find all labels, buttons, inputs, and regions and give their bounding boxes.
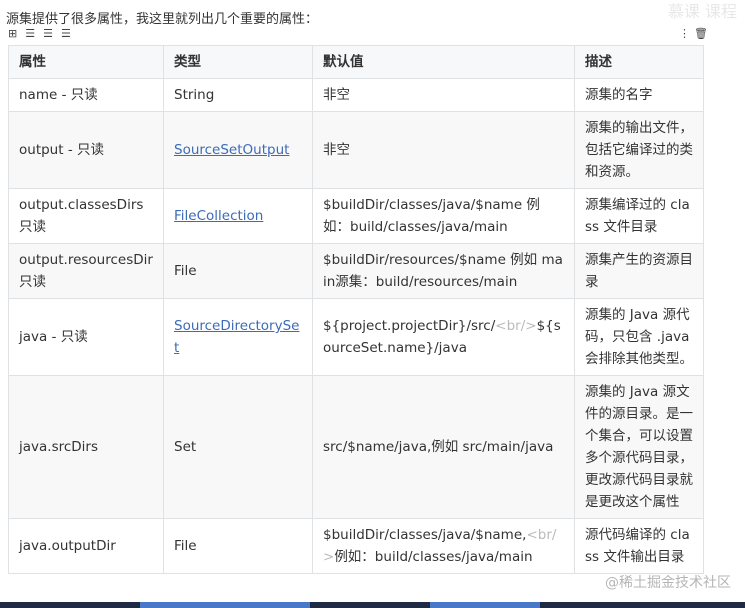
cell-type: SourceSetOutput: [163, 111, 313, 189]
align-center-icon[interactable]: ☰: [43, 28, 53, 40]
default-value: $buildDir/classes/java/$name 例如：build/cl…: [323, 197, 540, 235]
trash-icon[interactable]: 🗑: [694, 28, 708, 40]
default-value-tail: 例如：build/classes/java/main: [334, 549, 533, 565]
default-value: $buildDir/classes/java/$name,: [323, 527, 527, 543]
bottom-bar-segment: [140, 602, 310, 608]
cell-type: File: [163, 518, 313, 574]
cell-property: name - 只读: [8, 78, 164, 112]
default-value: 非空: [323, 87, 350, 103]
cell-type: Set: [163, 375, 313, 519]
cell-description: 源集的 Java 源文件的源目录。是一个集合，可以设置多个源代码目录，更改源代码…: [574, 375, 704, 519]
type-link[interactable]: SourceSetOutput: [174, 142, 289, 158]
br-tag-text: <br/>: [495, 318, 537, 334]
cell-type: File: [163, 243, 313, 299]
table-header-row: 属性 类型 默认值 描述: [8, 45, 704, 79]
table-row: output.classesDirs 只读 FileCollection $buil…: [8, 188, 704, 244]
cell-description: 源代码编译的 class 文件输出目录: [574, 518, 704, 574]
table-row: java - 只读 SourceDirectorySet ${project.pro…: [8, 298, 704, 376]
header-description: 描述: [574, 45, 704, 79]
cell-type: SourceDirectorySet: [163, 298, 313, 376]
cell-property: output - 只读: [8, 111, 164, 189]
cell-description: 源集产生的资源目录: [574, 243, 704, 299]
default-value: 非空: [323, 142, 350, 158]
cell-description: 源集编译过的 class 文件目录: [574, 188, 704, 244]
cell-description: 源集的输出文件，包括它编译过的类和资源。: [574, 111, 704, 189]
table-row: java.outputDir File $buildDir/classes/java…: [8, 518, 704, 574]
cell-default: 非空: [312, 78, 575, 112]
cell-property: output.classesDirs 只读: [8, 188, 164, 244]
cell-type: FileCollection: [163, 188, 313, 244]
cell-description: 源集的名字: [574, 78, 704, 112]
table-row: name - 只读 String 非空 源集的名字: [8, 78, 704, 112]
cell-property: java - 只读: [8, 298, 164, 376]
cell-description: 源集的 Java 源代码，只包含 .java 会排除其他类型。: [574, 298, 704, 376]
cell-default: $buildDir/resources/$name 例如 main源集：buil…: [312, 243, 575, 299]
table-row: java.srcDirs Set src/$name/java,例如 src/mai…: [8, 375, 704, 519]
cell-default: ${project.projectDir}/src/<br/>${sourceS…: [312, 298, 575, 376]
default-value: src/$name/java,例如 src/main/java: [323, 439, 554, 455]
properties-table: 属性 类型 默认值 描述 name - 只读 String 非空 源集的名字 outpu…: [8, 45, 704, 574]
cell-default: $buildDir/classes/java/$name 例如：build/cl…: [312, 188, 575, 244]
align-right-icon[interactable]: ☰: [61, 28, 71, 40]
header-property: 属性: [8, 45, 164, 79]
more-vertical-icon[interactable]: ⋮: [679, 28, 690, 40]
default-value: ${project.projectDir}/src/: [323, 318, 496, 334]
watermark: @稀土掘金技术社区: [605, 575, 731, 591]
cell-default: 非空: [312, 111, 575, 189]
table-row: output - 只读 SourceSetOutput 非空 源集的输出文件，包括它编…: [8, 111, 704, 189]
type-link[interactable]: SourceDirectorySet: [174, 318, 299, 356]
type-link[interactable]: FileCollection: [174, 208, 263, 224]
cell-property: java.outputDir: [8, 518, 164, 574]
cell-property: java.srcDirs: [8, 375, 164, 519]
align-left-icon[interactable]: ☰: [25, 28, 35, 40]
cell-default: src/$name/java,例如 src/main/java: [312, 375, 575, 519]
table-toolbar: ⊞ ☰ ☰ ☰ ⋮ 🗑: [8, 28, 708, 42]
header-type: 类型: [163, 45, 313, 79]
table-row: output.resourcesDir 只读 File $buildDir/reso…: [8, 243, 704, 299]
watermark-top: 慕课 课程: [667, 2, 737, 21]
intro-text: 源集提供了很多属性，我这里就列出几个重要的属性：: [6, 12, 319, 27]
bottom-bar-segment: [430, 602, 540, 608]
default-value: $buildDir/resources/$name 例如 main源集：buil…: [323, 252, 563, 290]
cell-default: $buildDir/classes/java/$name,<br/>例如：bui…: [312, 518, 575, 574]
cell-property: output.resourcesDir 只读: [8, 243, 164, 299]
cell-type: String: [163, 78, 313, 112]
bottom-bar: [0, 602, 745, 608]
header-default: 默认值: [312, 45, 575, 79]
grid-icon[interactable]: ⊞: [8, 28, 17, 40]
